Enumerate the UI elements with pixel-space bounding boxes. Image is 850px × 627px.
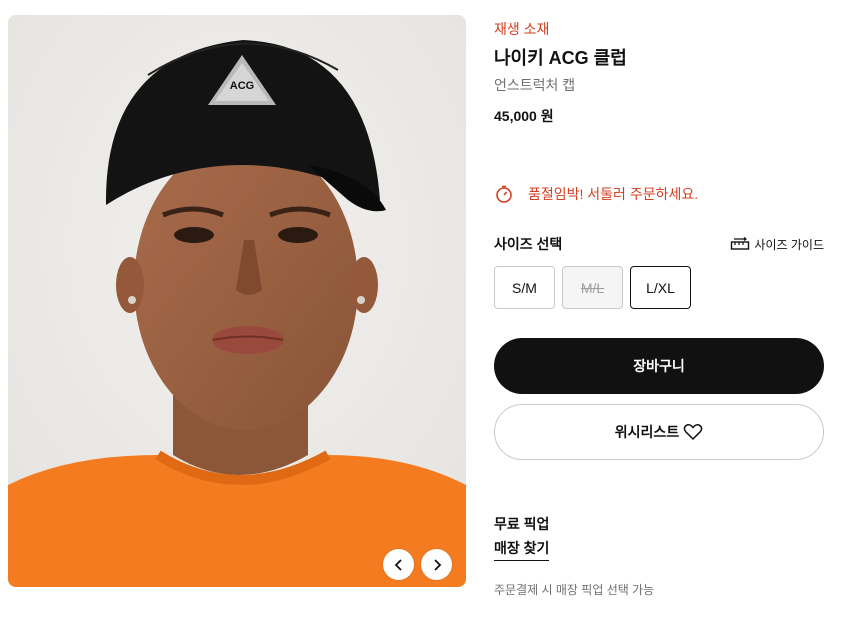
- cap-logo-text: ACG: [230, 80, 254, 92]
- heart-icon: [683, 423, 703, 441]
- size-option-l-xl[interactable]: L/XL: [630, 266, 691, 309]
- size-guide-label: 사이즈 가이드: [754, 237, 824, 252]
- chevron-left-icon: [394, 558, 402, 571]
- add-to-cart-button[interactable]: 장바구니: [494, 338, 824, 394]
- pickup-title: 무료 픽업: [494, 516, 550, 532]
- size-options: S/M M/L L/XL: [494, 266, 691, 309]
- size-option-m-l: M/L: [562, 266, 623, 309]
- size-option-s-m[interactable]: S/M: [494, 266, 555, 309]
- pickup-note: 주문결제 시 매장 픽업 선택 가능: [494, 583, 655, 597]
- low-stock-notice: 품절임박! 서둘러 주문하세요.: [494, 184, 698, 204]
- size-selector-header: 사이즈 선택 사이즈 가이드: [494, 234, 824, 254]
- stopwatch-icon: [496, 185, 512, 203]
- product-subtitle: 언스트럭처 캡: [494, 77, 576, 93]
- carousel-next-button[interactable]: [421, 549, 452, 580]
- ruler-icon: [731, 237, 750, 250]
- size-guide-link[interactable]: 사이즈 가이드: [730, 236, 824, 253]
- find-store-link[interactable]: 매장 찾기: [494, 538, 550, 561]
- wishlist-label: 위시리스트: [614, 424, 680, 440]
- product-image: ACG: [8, 15, 466, 587]
- material-badge: 재생 소재: [494, 21, 550, 37]
- low-stock-text: 품절임박! 서둘러 주문하세요.: [528, 186, 699, 202]
- product-price: 45,000 원: [494, 108, 554, 124]
- carousel-prev-button[interactable]: [383, 549, 414, 580]
- wishlist-button[interactable]: 위시리스트: [494, 404, 824, 460]
- size-selector-title: 사이즈 선택: [494, 236, 563, 252]
- chevron-right-icon: [433, 558, 441, 571]
- product-photo: ACG: [8, 15, 466, 587]
- product-title: 나이키 ACG 클럽: [494, 48, 627, 68]
